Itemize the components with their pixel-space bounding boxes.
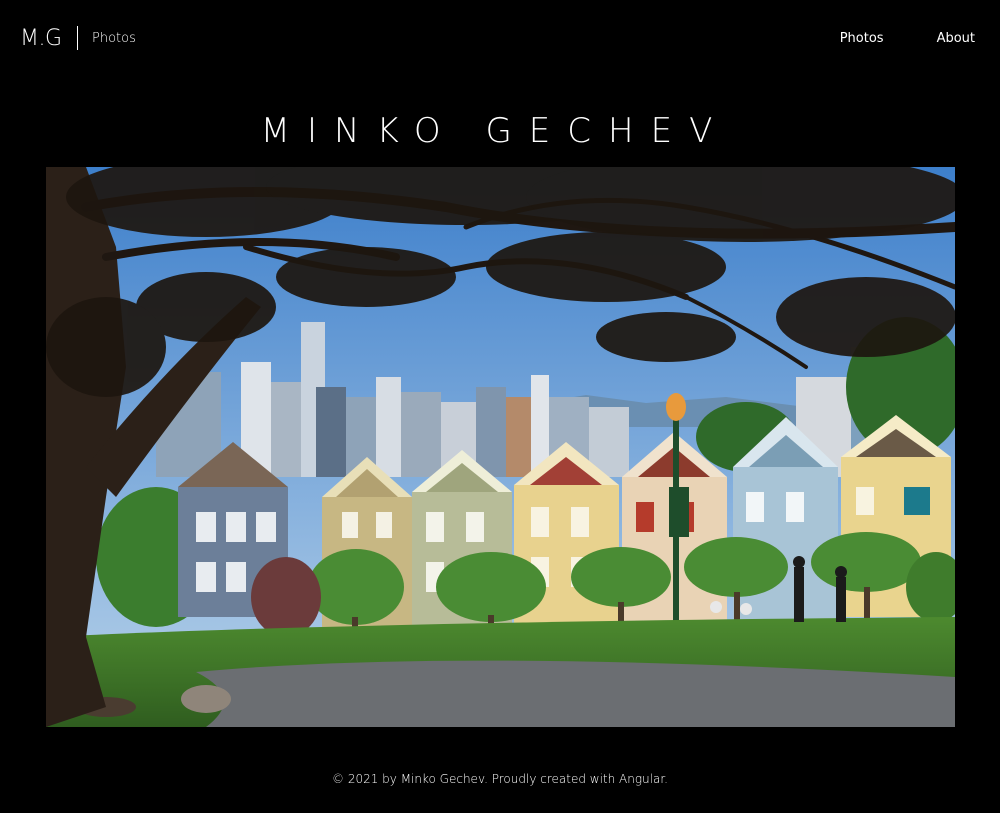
hero-photo[interactable]	[46, 167, 955, 727]
page: M.G Photos Photos About MINKO GECHEV © 2…	[0, 0, 1000, 813]
main-nav: Photos About	[840, 31, 975, 47]
logo-divider	[77, 26, 78, 50]
logo-link[interactable]: M.G	[20, 26, 62, 52]
nav-link-photos[interactable]: Photos	[840, 31, 884, 47]
site-footer: © 2021 by Minko Gechev. Proudly created …	[0, 771, 1000, 787]
site-title: MINKO GECHEV	[260, 110, 730, 151]
hero-photo-illustration	[46, 167, 955, 727]
current-section-label: Photos	[92, 31, 136, 46]
footer-copyright: © 2021 by Minko Gechev. Proudly created …	[332, 772, 668, 786]
site-header: M.G Photos Photos About	[0, 0, 1000, 80]
nav-link-about[interactable]: About	[937, 31, 975, 47]
